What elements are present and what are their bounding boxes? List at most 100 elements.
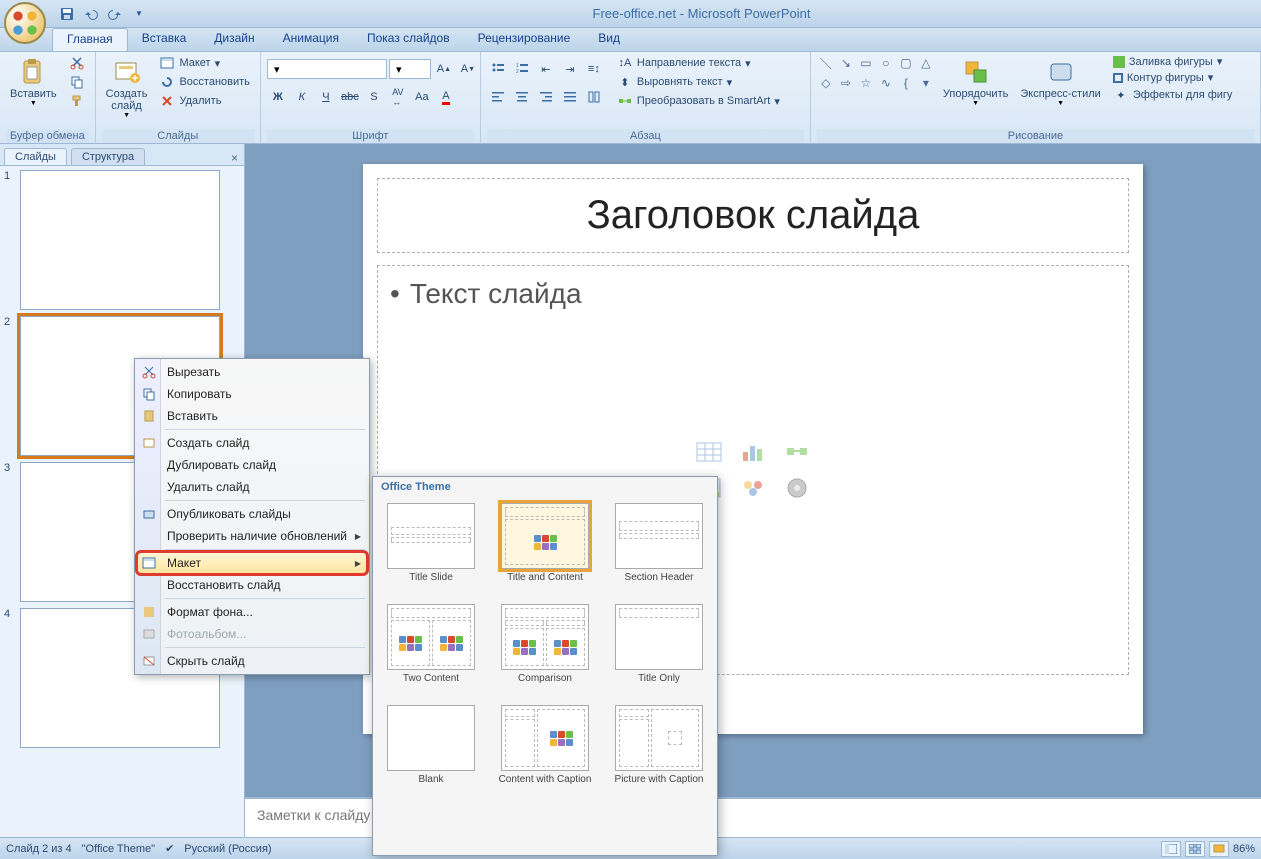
- change-case-icon[interactable]: Aa: [411, 86, 433, 108]
- save-icon[interactable]: [58, 5, 76, 23]
- delete-slide-button[interactable]: Удалить: [155, 92, 253, 110]
- insert-table-icon[interactable]: [690, 437, 728, 467]
- cm-delete[interactable]: Удалить слайд: [137, 476, 367, 498]
- cm-paste[interactable]: Вставить: [137, 405, 367, 427]
- shape-outline-button[interactable]: Контур фигуры ▾: [1109, 70, 1237, 85]
- spellcheck-icon[interactable]: ✔: [165, 842, 174, 855]
- convert-smartart-button[interactable]: Преобразовать в SmartArt ▾: [613, 92, 784, 110]
- shape-brace-icon[interactable]: {: [897, 74, 915, 92]
- cm-cut[interactable]: Вырезать: [137, 361, 367, 383]
- columns-icon[interactable]: [583, 86, 605, 108]
- shape-triangle-icon[interactable]: △: [917, 54, 935, 72]
- new-slide-button[interactable]: Создать слайд ▼: [102, 54, 152, 121]
- tab-insert[interactable]: Вставка: [128, 28, 201, 51]
- cm-reset[interactable]: Восстановить слайд: [137, 574, 367, 596]
- tab-view[interactable]: Вид: [584, 28, 634, 51]
- shadow-icon[interactable]: S: [363, 86, 385, 108]
- cm-copy[interactable]: Копировать: [137, 383, 367, 405]
- layout-option[interactable]: Title Only: [611, 604, 707, 695]
- shape-arrow-icon[interactable]: ↘: [837, 54, 855, 72]
- copy-button[interactable]: [65, 73, 89, 91]
- tab-animation[interactable]: Анимация: [269, 28, 353, 51]
- cm-publish[interactable]: Опубликовать слайды: [137, 503, 367, 525]
- bullets-icon[interactable]: [487, 58, 509, 80]
- align-right-icon[interactable]: [535, 86, 557, 108]
- arrange-button[interactable]: Упорядочить▼: [939, 54, 1012, 109]
- normal-view-icon[interactable]: [1161, 841, 1181, 857]
- slide-thumbnail[interactable]: [20, 170, 220, 310]
- layout-option[interactable]: Picture with Caption: [611, 705, 707, 796]
- cm-check-updates[interactable]: Проверить наличие обновлений: [137, 525, 367, 547]
- panel-tab-outline[interactable]: Структура: [71, 148, 145, 165]
- format-painter-button[interactable]: [65, 92, 89, 110]
- justify-icon[interactable]: [559, 86, 581, 108]
- layout-option[interactable]: Blank: [383, 705, 479, 796]
- slide-title-placeholder[interactable]: Заголовок слайда: [377, 178, 1129, 253]
- zoom-value[interactable]: 86%: [1233, 843, 1255, 855]
- layout-option[interactable]: Content with Caption: [497, 705, 593, 796]
- align-text-button[interactable]: ⬍Выровнять текст ▾: [613, 73, 784, 91]
- shape-line-icon[interactable]: ＼: [817, 54, 835, 72]
- tab-review[interactable]: Рецензирование: [464, 28, 585, 51]
- italic-icon[interactable]: К: [291, 86, 313, 108]
- char-spacing-icon[interactable]: AV↔: [387, 86, 409, 108]
- align-left-icon[interactable]: [487, 86, 509, 108]
- cm-hide[interactable]: Скрыть слайд: [137, 650, 367, 672]
- align-center-icon[interactable]: [511, 86, 533, 108]
- layout-option[interactable]: Section Header: [611, 503, 707, 594]
- layout-option[interactable]: Comparison: [497, 604, 593, 695]
- shape-rect-icon[interactable]: ▭: [857, 54, 875, 72]
- cm-new-slide[interactable]: Создать слайд: [137, 432, 367, 454]
- status-language[interactable]: Русский (Россия): [184, 843, 271, 855]
- numbering-icon[interactable]: 12: [511, 58, 533, 80]
- font-size-select[interactable]: ▾: [389, 59, 431, 79]
- strikethrough-icon[interactable]: abc: [339, 86, 361, 108]
- shape-rrect-icon[interactable]: ▢: [897, 54, 915, 72]
- slideshow-view-icon[interactable]: [1209, 841, 1229, 857]
- decrease-indent-icon[interactable]: ⇤: [535, 58, 557, 80]
- insert-media-icon[interactable]: [778, 473, 816, 503]
- shape-fill-button[interactable]: Заливка фигуры ▾: [1109, 54, 1237, 69]
- panel-close-icon[interactable]: ×: [231, 151, 238, 165]
- cm-format-bg[interactable]: Формат фона...: [137, 601, 367, 623]
- reset-button[interactable]: Восстановить: [155, 73, 253, 91]
- font-color-icon[interactable]: A: [435, 86, 457, 108]
- shape-star-icon[interactable]: ☆: [857, 74, 875, 92]
- shapes-gallery[interactable]: ＼ ↘ ▭ ○ ▢ △ ◇ ⇨ ☆ ∿ { ▾: [817, 54, 935, 92]
- shape-more-icon[interactable]: ▾: [917, 74, 935, 92]
- line-spacing-icon[interactable]: ≡↕: [583, 58, 605, 80]
- office-button[interactable]: [4, 2, 46, 44]
- tab-slideshow[interactable]: Показ слайдов: [353, 28, 464, 51]
- text-direction-button[interactable]: ↕AНаправление текста ▾: [613, 54, 784, 72]
- layout-button[interactable]: Макет ▾: [155, 54, 253, 72]
- quick-styles-button[interactable]: Экспресс-стили▼: [1016, 54, 1104, 109]
- shape-effects-button[interactable]: ✦Эффекты для фигу: [1109, 86, 1237, 104]
- layout-option[interactable]: Title and Content: [497, 503, 593, 594]
- tab-home[interactable]: Главная: [52, 28, 128, 51]
- redo-icon[interactable]: [106, 5, 124, 23]
- undo-icon[interactable]: [82, 5, 100, 23]
- paste-button[interactable]: Вставить ▼: [6, 54, 61, 109]
- shape-diamond-icon[interactable]: ◇: [817, 74, 835, 92]
- insert-chart-icon[interactable]: [734, 437, 772, 467]
- shape-curve-icon[interactable]: ∿: [877, 74, 895, 92]
- tab-design[interactable]: Дизайн: [200, 28, 268, 51]
- panel-tab-slides[interactable]: Слайды: [4, 148, 67, 165]
- cm-duplicate[interactable]: Дублировать слайд: [137, 454, 367, 476]
- shrink-font-icon[interactable]: A▼: [457, 58, 479, 80]
- shape-arrow2-icon[interactable]: ⇨: [837, 74, 855, 92]
- layout-option[interactable]: Title Slide: [383, 503, 479, 594]
- cm-layout[interactable]: Макет: [137, 552, 367, 574]
- underline-icon[interactable]: Ч: [315, 86, 337, 108]
- font-family-select[interactable]: ▾: [267, 59, 387, 79]
- qat-dropdown-icon[interactable]: ▼: [130, 5, 148, 23]
- cut-button[interactable]: [65, 54, 89, 72]
- increase-indent-icon[interactable]: ⇥: [559, 58, 581, 80]
- grow-font-icon[interactable]: A▲: [433, 58, 455, 80]
- shape-oval-icon[interactable]: ○: [877, 54, 895, 72]
- insert-smartart-icon[interactable]: [778, 437, 816, 467]
- bold-icon[interactable]: Ж: [267, 86, 289, 108]
- sorter-view-icon[interactable]: [1185, 841, 1205, 857]
- insert-clipart-icon[interactable]: [734, 473, 772, 503]
- layout-option[interactable]: Two Content: [383, 604, 479, 695]
